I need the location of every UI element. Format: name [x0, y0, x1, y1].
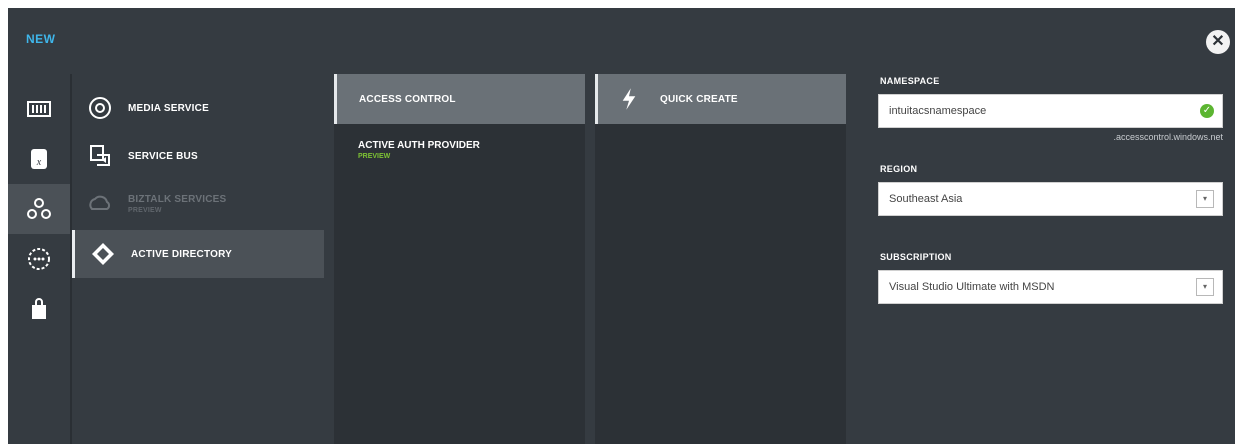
- service-label: MEDIA SERVICE: [128, 102, 209, 114]
- compute-icon: [27, 101, 51, 117]
- service-list: MEDIA SERVICE SERVICE BUS BIZTALK SERVIC…: [72, 74, 324, 444]
- tab-access-control[interactable]: ACCESS CONTROL: [334, 74, 585, 124]
- app-services-icon: [27, 198, 51, 219]
- dialog-title: NEW: [26, 32, 56, 46]
- service-item-media-service[interactable]: MEDIA SERVICE: [72, 84, 324, 132]
- region-label: REGION: [880, 164, 918, 174]
- lightning-icon: [622, 88, 636, 110]
- rail-item-data-services[interactable]: x: [8, 134, 70, 184]
- close-button[interactable]: ✕: [1206, 30, 1230, 54]
- service-label: BIZTALK SERVICES: [128, 194, 227, 205]
- column-header-label: QUICK CREATE: [660, 93, 738, 105]
- subscription-value: Visual Studio Ultimate with MSDN: [889, 281, 1055, 293]
- service-item-active-directory[interactable]: ACTIVE DIRECTORY: [72, 230, 324, 278]
- category-rail: x: [8, 74, 70, 444]
- rail-item-store[interactable]: [8, 284, 70, 334]
- region-select[interactable]: Southeast Asia ▾: [878, 182, 1223, 216]
- namespace-field: ✓: [878, 94, 1223, 128]
- subscription-select[interactable]: Visual Studio Ultimate with MSDN ▾: [878, 270, 1223, 304]
- chevron-down-icon[interactable]: ▾: [1196, 190, 1214, 208]
- biztalk-icon: [89, 195, 111, 210]
- store-icon: [32, 298, 46, 319]
- data-services-icon: x: [31, 149, 47, 169]
- region-value: Southeast Asia: [889, 193, 963, 205]
- quick-create-button[interactable]: QUICK CREATE: [595, 74, 846, 124]
- namespace-suffix: .accesscontrol.windows.net: [1113, 132, 1223, 142]
- rail-item-network-services[interactable]: [8, 234, 70, 284]
- namespace-label: NAMESPACE: [880, 76, 940, 86]
- rail-item-compute[interactable]: [8, 84, 70, 134]
- list-item-active-auth-provider[interactable]: ACTIVE AUTH PROVIDER PREVIEW: [358, 140, 480, 160]
- service-label: SERVICE BUS: [128, 150, 198, 162]
- service-label: ACTIVE DIRECTORY: [131, 248, 232, 260]
- column-header-label: ACCESS CONTROL: [359, 93, 456, 105]
- service-item-biztalk: BIZTALK SERVICES PREVIEW: [72, 180, 324, 228]
- valid-check-icon: ✓: [1200, 104, 1214, 118]
- rail-item-app-services[interactable]: [8, 184, 70, 234]
- new-dialog: NEW ✕ x MEDIA SERVICE SERVICE BUS BIZTAL…: [8, 8, 1235, 444]
- active-directory-icon: [92, 243, 114, 265]
- preview-badge: PREVIEW: [358, 153, 391, 160]
- media-service-icon: [89, 97, 111, 119]
- svg-text:x: x: [36, 157, 42, 168]
- access-column: ACCESS CONTROL ACTIVE AUTH PROVIDER PREV…: [334, 74, 585, 444]
- subscription-label: SUBSCRIPTION: [880, 252, 952, 262]
- item-label: ACTIVE AUTH PROVIDER: [358, 140, 480, 151]
- network-services-icon: [28, 248, 50, 270]
- chevron-down-icon[interactable]: ▾: [1196, 278, 1214, 296]
- namespace-input[interactable]: [879, 96, 1200, 126]
- service-item-service-bus[interactable]: SERVICE BUS: [72, 132, 324, 180]
- preview-badge: PREVIEW: [128, 207, 162, 214]
- service-bus-icon: [90, 145, 110, 166]
- create-column: QUICK CREATE: [595, 74, 846, 444]
